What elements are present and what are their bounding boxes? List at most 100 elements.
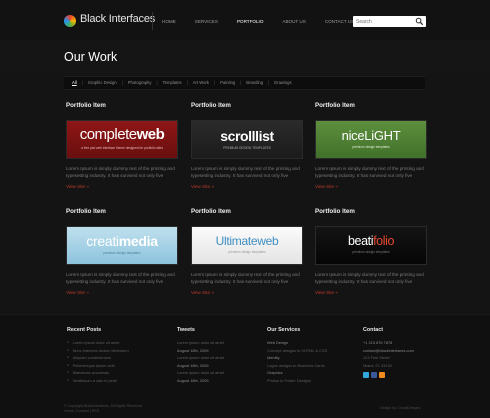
recent-post-link[interactable]: Maecenas accumsan [67, 369, 129, 377]
facebook-icon[interactable] [371, 372, 377, 378]
main-nav: HOME SERVICES PORTFOLIO ABOUT US CONTACT… [162, 19, 373, 24]
filter-branding[interactable]: Branding [246, 80, 263, 85]
portfolio-thumbnail[interactable]: creatimedia premium design templates [66, 226, 178, 265]
portfolio-thumbnail[interactable]: beatifolio premium design templates [315, 226, 427, 265]
thumbnail-logo-text: niceLiGHT [341, 128, 401, 143]
service-description: Logos designs to Business Cards [267, 362, 325, 368]
portfolio-thumbnail[interactable]: niceLiGHT premium design templates [315, 120, 427, 159]
recent-post-link[interactable]: Pellentesque ipsum velit [67, 362, 129, 370]
filter-separator: | [240, 80, 242, 85]
filter-photography[interactable]: Photography [128, 80, 152, 85]
contact-street: 123 Fine Street [363, 355, 390, 360]
thumbnail-tagline: premium design templates [228, 250, 266, 254]
portfolio-item-description: Lorem Ipsum is simply dummy text of the … [191, 272, 300, 284]
service-name: Web Design [267, 340, 289, 345]
thumbnail-tagline: PREMIUM DESIGN TEMPLATES [223, 146, 271, 150]
nav-contact-us[interactable]: CONTACT US [325, 19, 354, 24]
portfolio-item-title: Portfolio Item [315, 208, 355, 215]
recent-post-link[interactable]: Nunc interdum dictum bibendum [67, 347, 129, 355]
footer-tweets: Tweets Lorem ipsum dolor sit amet August… [177, 327, 224, 384]
portfolio-thumbnail[interactable]: completeweb a free psd web interface the… [66, 120, 178, 159]
filter-bar: All | Graphic Design | Photography | Templa… [64, 76, 425, 90]
filter-templates[interactable]: Templates [163, 80, 182, 85]
nav-about-us[interactable]: ABOUT US [282, 19, 305, 24]
tweets-heading: Tweets [177, 327, 195, 333]
portfolio-item-description: Lorem Ipsum is simply dummy text of the … [191, 166, 300, 178]
view-site-link[interactable]: View Site » [315, 290, 338, 295]
view-site-link[interactable]: View Site » [66, 184, 89, 189]
filter-separator: | [213, 80, 216, 85]
view-site-link[interactable]: View Site » [191, 184, 214, 189]
tweet-text: Lorem ipsum dolor sit amet [177, 340, 224, 345]
portfolio-item-title: Portfolio Item [66, 208, 106, 215]
tweet-text: Lorem ipsum dolor sit amet [177, 370, 224, 375]
nav-portfolio[interactable]: PORTFOLIO [237, 19, 263, 24]
nav-services[interactable]: SERVICES [195, 19, 218, 24]
contact-city: Miami, FL 33139 [363, 362, 392, 368]
design-credit[interactable]: Design by CrowdDeisgns [380, 406, 420, 410]
portfolio-item-title: Portfolio Item [191, 102, 231, 109]
portfolio-item-title: Portfolio Item [315, 102, 355, 109]
services-heading: Our Services [267, 327, 301, 333]
portfolio-item-description: Lorem Ipsum is simply dummy text of the … [315, 272, 424, 284]
footer-contact: Contact +1 215 876 7878 contact@blackint… [363, 327, 414, 378]
view-site-link[interactable]: View Site » [66, 290, 89, 295]
nav-home[interactable]: HOME [162, 19, 176, 24]
tweet-date: August 18th, 2009 [177, 362, 209, 368]
recent-post-link[interactable]: Lorem ipsum dolor sit amet [67, 339, 129, 347]
thumbnail-logo-text: completeweb [79, 126, 165, 143]
logo-icon[interactable] [64, 15, 76, 27]
portfolio-thumbnail[interactable]: Ultimateweb premium design templates [191, 226, 303, 265]
tweet-date: August 18th, 2009 [177, 347, 209, 353]
thumbnail-logo-text: Ultimateweb [215, 234, 279, 248]
brand-name[interactable]: Black Interfaces [80, 13, 155, 25]
filter-separator: | [268, 80, 270, 85]
search-box [353, 16, 426, 27]
service-name: Identity [267, 355, 280, 360]
recent-posts-heading: Recent Posts [67, 327, 102, 333]
filter-all[interactable]: All [72, 80, 77, 85]
thumbnail-tagline: premium design templates [103, 251, 141, 255]
search-icon[interactable] [415, 17, 424, 26]
copyright: © Copyright BlackInterfaces. All Rights … [64, 404, 142, 414]
portfolio-thumbnail[interactable]: scrolllist PREMIUM DESIGN TEMPLATES [191, 120, 303, 159]
social-icons [363, 372, 414, 378]
contact-email[interactable]: contact@blackinterfaces.com [363, 347, 414, 355]
filter-painting[interactable]: Painting [220, 80, 235, 85]
portfolio-item-description: Lorem Ipsum is simply dummy text of the … [66, 272, 175, 284]
search-input[interactable] [356, 18, 414, 25]
filter-separator: | [121, 80, 123, 85]
tweet-date: August 18th, 2009 [177, 377, 209, 383]
thumbnail-logo-text: creatimedia [86, 233, 158, 249]
page-title: Our Work [64, 50, 118, 64]
filter-separator: | [156, 80, 158, 85]
tweet-text: Lorem ipsum dolor sit amet [177, 355, 224, 360]
service-description: Photos to Poster Designs [267, 377, 311, 383]
filter-separator: | [81, 80, 83, 85]
filter-art-work[interactable]: Art Work [193, 80, 209, 85]
footer-bottom-links[interactable]: Home | Contact | RSS [64, 409, 142, 414]
twitter-icon[interactable] [363, 372, 369, 378]
thumbnail-tagline: premium design templates [352, 250, 390, 254]
portfolio-item-title: Portfolio Item [66, 102, 106, 109]
portfolio-item-description: Lorem Ipsum is simply dummy text of the … [315, 166, 424, 178]
footer-recent-posts: Recent Posts Lorem ipsum dolor sit amet … [67, 327, 129, 384]
contact-heading: Contact [363, 327, 384, 333]
recent-post-link[interactable]: Vestibulum a odio in pede [67, 377, 129, 385]
portfolio-item-title: Portfolio Item [191, 208, 231, 215]
portfolio-item-description: Lorem Ipsum is simply dummy text of the … [66, 166, 175, 178]
thumbnail-logo-text: scrolllist [220, 128, 274, 144]
view-site-link[interactable]: View Site » [191, 290, 214, 295]
service-name: Graphics [267, 370, 283, 375]
recent-post-link[interactable]: Aliquam condimentum [67, 354, 129, 362]
thumbnail-logo-text: beatifolio [347, 234, 395, 248]
filter-drawings[interactable]: Drawings [274, 80, 291, 85]
view-site-link[interactable]: View Site » [315, 184, 338, 189]
rss-icon[interactable] [379, 372, 385, 378]
logo-divider [152, 12, 153, 30]
filter-separator: | [186, 80, 188, 85]
contact-phone: +1 215 876 7878 [363, 340, 393, 345]
thumbnail-tagline: a free psd web interface theme designed … [81, 146, 163, 150]
footer-services: Our Services Web Design Concept designs … [267, 327, 327, 384]
filter-graphic-design[interactable]: Graphic Design [88, 80, 117, 85]
